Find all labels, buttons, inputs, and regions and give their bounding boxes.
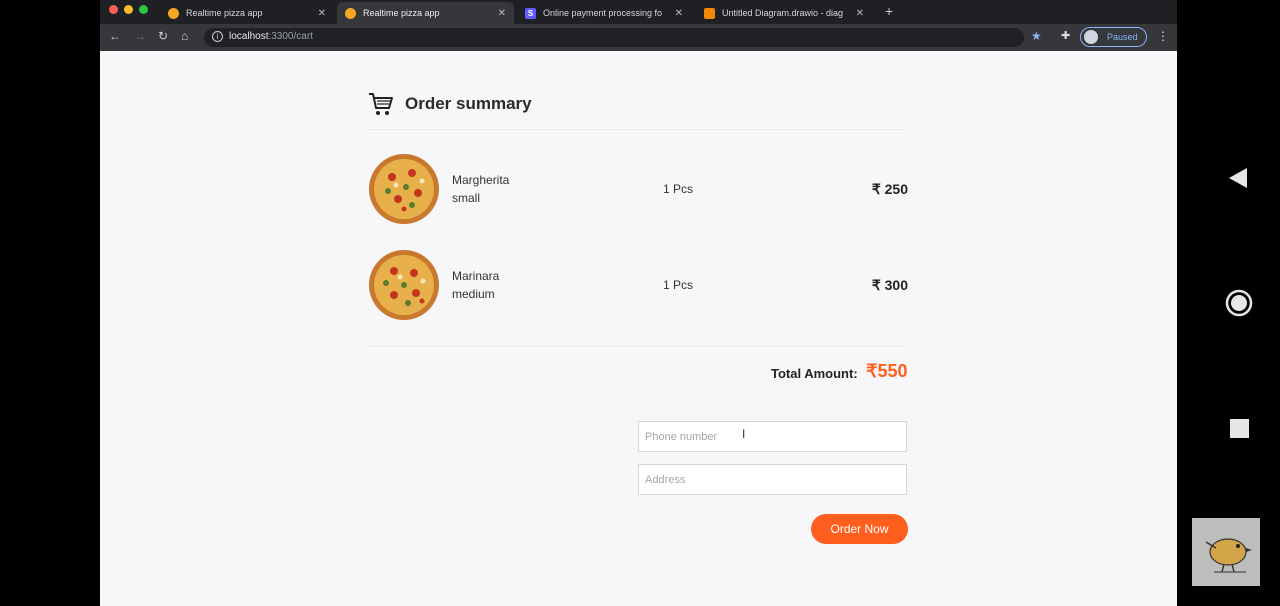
url-text: localhost:3300/cart [229,31,313,42]
pizza-image [369,154,439,224]
screen: Realtime pizza app ✕ Realtime pizza app … [0,0,1280,606]
close-window-button[interactable] [109,5,118,14]
home-icon[interactable]: ⌂ [181,29,188,43]
tab-title: Untitled Diagram.drawio - diag [722,8,844,18]
total-amount-label: Total Amount: [771,366,858,381]
item-price: ₹ 250 [871,181,908,197]
item-size: small [452,191,481,205]
address-input[interactable] [638,464,907,495]
url-host: localhost [229,31,269,42]
total-amount-value: ₹550 [866,361,908,381]
forward-arrow-icon[interactable]: → [134,29,146,43]
bird-icon [1205,538,1252,573]
phone-number-input[interactable] [638,421,907,452]
site-info-icon[interactable]: i [212,31,223,42]
android-home-icon[interactable] [1224,288,1254,318]
kebab-menu-icon[interactable]: ⋮ [1157,29,1169,43]
android-back-icon[interactable] [1227,166,1249,190]
item-name: Margherita [452,173,510,187]
tab-online-payment[interactable]: S Online payment processing fo ✕ [517,2,691,24]
bookmark-star-icon[interactable]: ★ [1031,29,1042,43]
minimize-window-button[interactable] [124,5,133,14]
avatar [1084,30,1098,44]
item-quantity: 1 Pcs [663,278,694,292]
pizza-favicon-icon [345,7,356,19]
reload-icon[interactable]: ↻ [158,29,168,43]
browser-toolbar: ← → ↻ ⌂ i localhost:3300/cart ★ ✚ Paused… [100,24,1177,51]
close-tab-icon[interactable]: ✕ [856,8,864,19]
item-name: Marinara [452,269,500,283]
android-recents-icon[interactable] [1229,418,1250,439]
maximize-window-button[interactable] [139,5,148,14]
bird-avatar-thumbnail [1192,518,1260,586]
cart-page: Order summary Margherita small 1 Pcs ₹ 2… [100,51,1177,606]
pizza-favicon-icon [168,7,179,19]
tab-drawio[interactable]: Untitled Diagram.drawio - diag ✕ [696,2,872,24]
page-title: Order summary [405,94,532,113]
new-tab-button[interactable]: + [885,3,893,19]
profile-status-label: Paused [1107,32,1138,42]
pizza-image [369,250,439,320]
close-tab-icon[interactable]: ✕ [675,8,683,19]
text-cursor-icon: I [742,427,746,441]
drawio-favicon-icon [704,7,715,19]
cart-item-row: Marinara medium 1 Pcs ₹ 300 [368,249,908,323]
item-size: medium [452,287,495,301]
item-quantity: 1 Pcs [663,182,694,196]
tab-title: Realtime pizza app [363,8,440,18]
tab-title: Realtime pizza app [186,8,263,18]
divider [368,346,908,347]
tab-strip: Realtime pizza app ✕ Realtime pizza app … [100,0,1177,24]
divider [368,129,908,130]
stripe-favicon-icon: S [525,7,536,19]
profile-button[interactable]: Paused [1080,27,1147,47]
tab-realtime-pizza-1[interactable]: Realtime pizza app ✕ [160,2,334,24]
browser-window: Realtime pizza app ✕ Realtime pizza app … [100,0,1177,606]
cart-item-row: Margherita small 1 Pcs ₹ 250 [368,153,908,227]
tab-realtime-pizza-2[interactable]: Realtime pizza app ✕ [337,2,514,24]
close-tab-icon[interactable]: ✕ [498,8,506,19]
extensions-puzzle-icon[interactable]: ✚ [1061,29,1070,42]
cart-icon [369,93,393,115]
url-path: :3300/cart [268,31,313,42]
back-arrow-icon[interactable]: ← [109,29,121,43]
order-now-button[interactable]: Order Now [811,514,908,544]
close-tab-icon[interactable]: ✕ [318,8,326,19]
tab-title: Online payment processing fo [543,8,663,18]
address-bar[interactable]: i localhost:3300/cart [204,28,1024,47]
item-price: ₹ 300 [871,277,908,293]
